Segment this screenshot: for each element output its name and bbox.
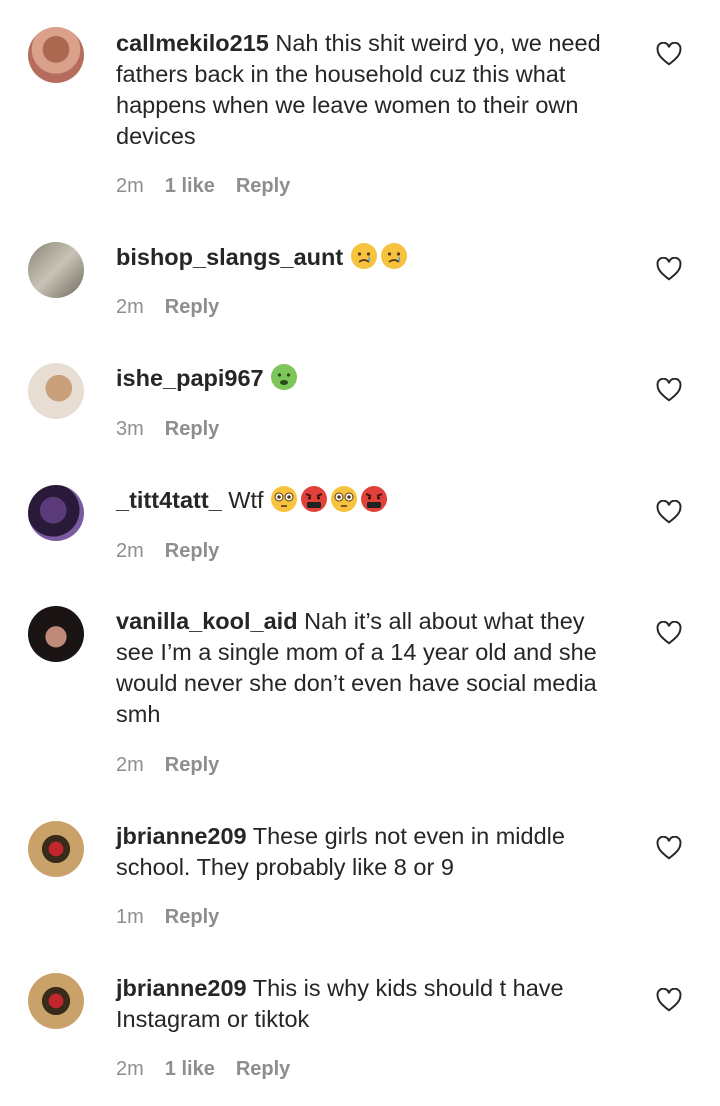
comment-body: ishe_papi967 xyxy=(116,363,621,394)
heart-icon[interactable] xyxy=(656,42,682,66)
avatar[interactable] xyxy=(28,363,84,419)
comment-meta: 2m Reply xyxy=(116,296,219,319)
heart-icon[interactable] xyxy=(656,621,682,645)
comment-body: jbrianne209 This is why kids should t ha… xyxy=(116,973,621,1035)
comment-likes[interactable]: 1 like xyxy=(165,1058,215,1081)
comment-time: 2m xyxy=(116,1058,144,1080)
heart-icon[interactable] xyxy=(656,500,682,524)
crying-face-icon xyxy=(380,243,407,269)
flushed-face-icon xyxy=(271,486,298,512)
reply-button[interactable]: Reply xyxy=(236,175,290,198)
comment-time: 1m xyxy=(116,906,144,928)
crying-face-icon xyxy=(350,243,377,269)
comment-body: jbrianne209 These girls not even in midd… xyxy=(116,821,621,883)
comment-time: 2m xyxy=(116,754,144,776)
heart-icon[interactable] xyxy=(656,257,682,281)
avatar[interactable] xyxy=(28,821,84,877)
comment-body: callmekilo215 Nah this shit weird yo, we… xyxy=(116,28,621,152)
comment-body: _titt4tatt_ Wtf xyxy=(116,485,621,516)
comment-time: 2m xyxy=(116,175,144,197)
comment-body: vanilla_kool_aid Nah it’s all about what… xyxy=(116,606,621,730)
reply-button[interactable]: Reply xyxy=(165,418,219,441)
nauseated-face-icon xyxy=(271,364,298,390)
avatar[interactable] xyxy=(28,27,84,83)
comment-username[interactable]: jbrianne209 xyxy=(116,823,247,849)
comment-username[interactable]: ishe_papi967 xyxy=(116,365,264,391)
avatar[interactable] xyxy=(28,485,84,541)
comment-username[interactable]: callmekilo215 xyxy=(116,30,269,56)
comment-username[interactable]: bishop_slangs_aunt xyxy=(116,244,343,270)
avatar[interactable] xyxy=(28,606,84,662)
comment-meta: 3m Reply xyxy=(116,418,219,441)
comment-text: Wtf xyxy=(228,487,264,513)
reply-button[interactable]: Reply xyxy=(165,754,219,777)
avatar[interactable] xyxy=(28,242,84,298)
comment-body: bishop_slangs_aunt xyxy=(116,242,621,273)
comment-likes[interactable]: 1 like xyxy=(165,175,215,198)
reply-button[interactable]: Reply xyxy=(165,296,219,319)
comment-meta: 2m 1 like Reply xyxy=(116,175,290,198)
comment-username[interactable]: vanilla_kool_aid xyxy=(116,608,298,634)
reply-button[interactable]: Reply xyxy=(165,540,219,563)
flushed-face-icon xyxy=(331,486,358,512)
comment-meta: 2m 1 like Reply xyxy=(116,1058,290,1081)
comment-username[interactable]: _titt4tatt_ xyxy=(116,487,222,513)
avatar[interactable] xyxy=(28,973,84,1029)
comment-meta: 2m Reply xyxy=(116,754,219,777)
heart-icon[interactable] xyxy=(656,988,682,1012)
heart-icon[interactable] xyxy=(656,378,682,402)
comment-time: 3m xyxy=(116,418,144,440)
reply-button[interactable]: Reply xyxy=(165,906,219,929)
reply-button[interactable]: Reply xyxy=(236,1058,290,1081)
comment-username[interactable]: jbrianne209 xyxy=(116,975,247,1001)
heart-icon[interactable] xyxy=(656,836,682,860)
comment-meta: 2m Reply xyxy=(116,540,219,563)
cursing-face-icon xyxy=(361,486,388,512)
comment-time: 2m xyxy=(116,296,144,318)
comment-time: 2m xyxy=(116,540,144,562)
cursing-face-icon xyxy=(301,486,328,512)
comment-meta: 1m Reply xyxy=(116,906,219,929)
